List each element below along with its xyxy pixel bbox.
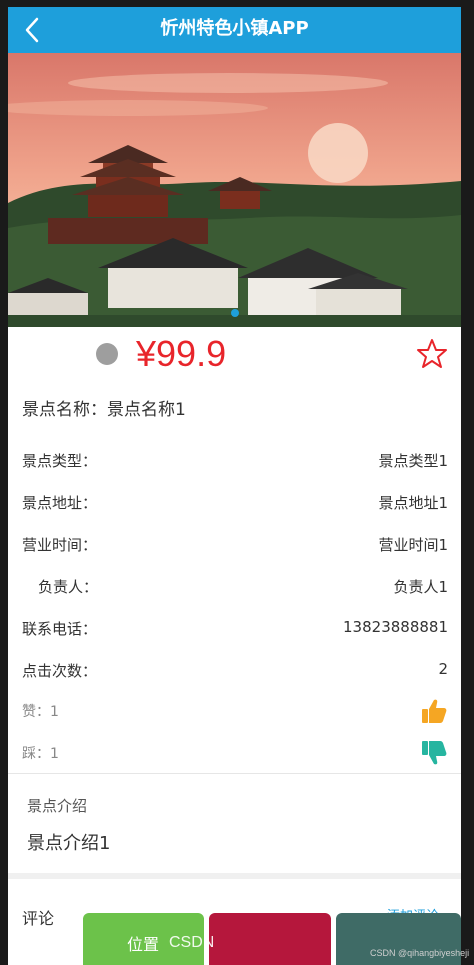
info-value: 负责人1 xyxy=(393,578,448,596)
status-dot xyxy=(96,343,118,365)
price: ¥99.9 xyxy=(136,333,227,374)
info-row-hours: 营业时间： 营业时间1 xyxy=(22,534,448,558)
divider xyxy=(8,773,461,774)
info-row-address: 景点地址： 景点地址1 xyxy=(22,492,448,516)
info-label: 景点类型： xyxy=(22,452,98,470)
spot-name-value: 景点名称1 xyxy=(107,400,186,420)
info-value: 营业时间1 xyxy=(378,536,448,554)
info-row-phone: 联系电话： 13823888881 xyxy=(22,618,448,642)
section-gap xyxy=(8,873,461,879)
action-button-red[interactable] xyxy=(209,913,331,965)
like-button[interactable] xyxy=(420,697,448,725)
info-label: 营业时间： xyxy=(22,536,98,554)
info-label: 景点地址： xyxy=(22,494,98,512)
info-value: 景点地址1 xyxy=(378,494,448,512)
dislike-row: 踩：1 xyxy=(22,739,448,769)
app-header: 忻州特色小镇APP xyxy=(8,7,461,53)
info-label: 点击次数： xyxy=(22,662,98,680)
spot-name-row: 景点名称：景点名称1 xyxy=(22,395,186,420)
like-row: 赞：1 xyxy=(22,697,448,727)
info-row-manager: 负责人： 负责人1 xyxy=(22,576,448,600)
carousel-dot[interactable] xyxy=(230,309,239,317)
info-value: 2 xyxy=(438,660,448,678)
phone-screen: 忻州特色小镇APP ¥99.9 景点名称：景点名称1 景点类型： 景点类型1 景… xyxy=(8,7,461,965)
hero-image xyxy=(8,53,461,327)
info-label: 联系电话： xyxy=(22,620,98,638)
price-row: ¥99.9 xyxy=(8,331,461,389)
dislike-button[interactable] xyxy=(420,739,448,767)
info-row-type: 景点类型： 景点类型1 xyxy=(22,450,448,474)
hero-image-carousel[interactable] xyxy=(8,53,461,327)
thumbs-down-icon xyxy=(422,741,447,765)
page-title: 忻州特色小镇APP xyxy=(160,18,309,39)
like-count: 赞：1 xyxy=(22,704,59,720)
comments-title: 评论 xyxy=(22,909,55,928)
info-label: 负责人： xyxy=(38,578,99,596)
carousel-indicator xyxy=(8,302,461,321)
intro-title: 景点介绍 xyxy=(27,797,88,815)
spot-name-label: 景点名称： xyxy=(22,400,107,420)
thumbs-up-icon xyxy=(422,699,447,723)
info-value: 13823888881 xyxy=(343,618,448,636)
favorite-button[interactable] xyxy=(415,337,449,371)
position-button-label: 位置 xyxy=(127,935,160,954)
info-row-clicks: 点击次数： 2 xyxy=(22,660,448,684)
watermark-right: CSDN @qihangbiyesheji xyxy=(370,948,470,958)
star-outline-icon xyxy=(417,339,447,368)
dislike-count: 踩：1 xyxy=(22,746,59,762)
intro-text: 景点介绍1 xyxy=(27,833,111,854)
info-value: 景点类型1 xyxy=(378,452,448,470)
watermark-center: CSDN xyxy=(169,934,215,951)
